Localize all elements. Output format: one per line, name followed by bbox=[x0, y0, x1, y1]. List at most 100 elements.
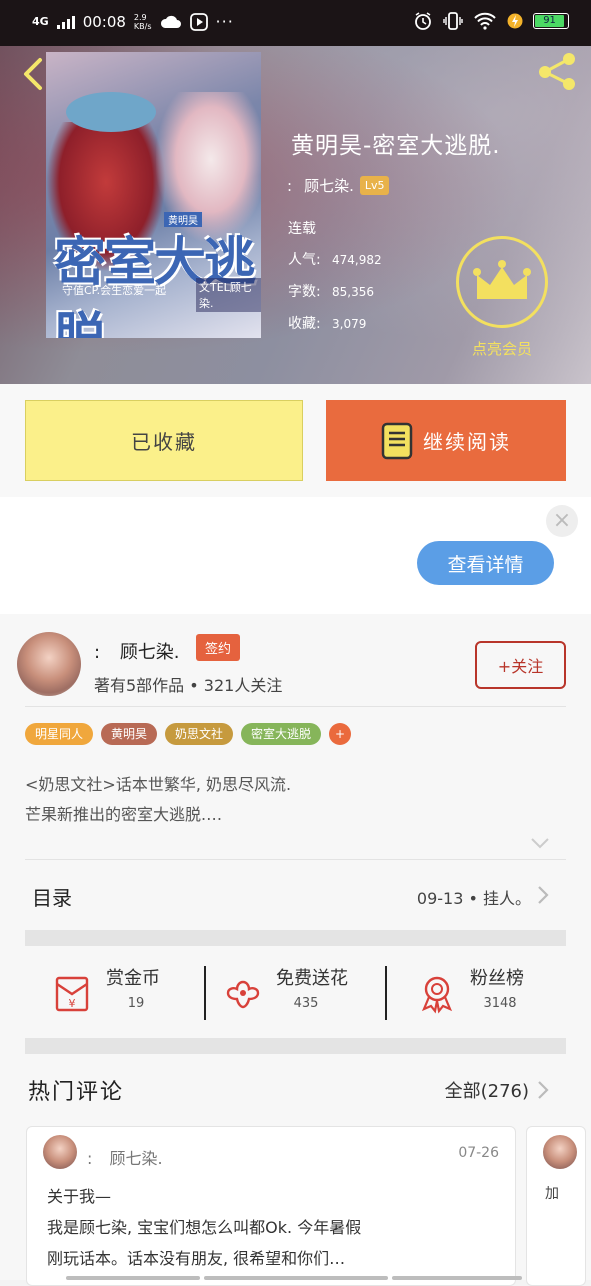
reward-value: 19 bbox=[127, 996, 145, 1011]
toc-latest-chapter: 09-13 • 挂人。 bbox=[416, 889, 531, 908]
hot-comments-title: 热门评论 bbox=[28, 1080, 125, 1105]
comment-line: 关于我— bbox=[47, 1187, 112, 1206]
vip-label[interactable]: 点亮会员 bbox=[456, 338, 548, 359]
popularity-row: 人气: 474,982 bbox=[288, 249, 382, 269]
book-cover[interactable]: 黄明昊 密室大逃脱 守值CP.会生恋爱一起 文TEL顾七染. bbox=[46, 52, 261, 338]
cover-tagline: 守值CP.会生恋爱一起 bbox=[62, 284, 167, 297]
expand-chevron-icon[interactable] bbox=[530, 836, 550, 850]
section-separator bbox=[25, 1038, 566, 1054]
table-of-contents-row[interactable]: 目录 09-13 • 挂人。 bbox=[0, 860, 591, 926]
word-count-value: 85,356 bbox=[332, 285, 374, 299]
signed-badge: 签约 bbox=[196, 634, 241, 661]
continue-reading-button[interactable]: 继续阅读 bbox=[326, 400, 566, 481]
comment-card[interactable]: : 顾七染. 07-26 关于我— 我是顾七染, 宝宝们想怎么叫都Ok. 今年暑… bbox=[26, 1126, 516, 1286]
description-line: 芒果新推出的密室大逃脱.… bbox=[25, 805, 223, 824]
add-tag-button[interactable]: + bbox=[329, 723, 352, 745]
reward-bar: ¥ 赏金币 19 免费送花 435 粉丝榜 3148 bbox=[0, 948, 591, 1038]
clock: 00:08 bbox=[82, 12, 126, 31]
share-icon[interactable] bbox=[536, 50, 580, 92]
cover-hat bbox=[66, 92, 156, 132]
reward-flowers[interactable]: 免费送花 435 bbox=[222, 964, 372, 1024]
scroll-segment bbox=[392, 1276, 522, 1280]
reward-coins[interactable]: ¥ 赏金币 19 bbox=[52, 964, 192, 1024]
scroll-segment bbox=[204, 1276, 388, 1280]
reward-label: 免费送花 bbox=[276, 968, 348, 989]
action-bar: 已收藏 继续阅读 bbox=[0, 384, 591, 497]
comment-line: 刚玩话本。话本没有朋友, 很希望和你们… bbox=[47, 1249, 346, 1268]
tag-item[interactable]: 明星同人 bbox=[25, 723, 94, 745]
reward-value: 435 bbox=[293, 996, 319, 1011]
network-label: 4G bbox=[32, 14, 49, 28]
section-separator bbox=[25, 930, 566, 946]
red-envelope-icon: ¥ bbox=[55, 976, 89, 1012]
toc-label: 目录 bbox=[32, 886, 72, 910]
ad-details-button[interactable]: 查看详情 bbox=[417, 541, 554, 585]
tag-item[interactable]: 密室大逃脱 bbox=[241, 723, 322, 745]
book-author-row[interactable]: : 顾七染. Lv5 bbox=[287, 175, 390, 196]
charging-icon bbox=[507, 13, 523, 29]
reward-fans[interactable]: 粉丝榜 3148 bbox=[416, 964, 556, 1024]
flower-icon bbox=[226, 980, 260, 1009]
cloud-icon bbox=[160, 15, 181, 28]
divider bbox=[204, 966, 206, 1020]
popularity-value: 474,982 bbox=[332, 253, 382, 267]
serial-status: 连载 bbox=[288, 221, 316, 237]
commenter-prefix: : bbox=[87, 1149, 93, 1168]
vip-badge[interactable] bbox=[456, 236, 548, 328]
divider bbox=[25, 706, 566, 707]
net-speed: 2.9 KB/s bbox=[134, 13, 152, 31]
author-name-row[interactable]: : 顾七染. bbox=[94, 638, 180, 664]
reward-label: 粉丝榜 bbox=[470, 968, 524, 989]
level-badge: Lv5 bbox=[359, 176, 390, 195]
divider bbox=[385, 966, 387, 1020]
popularity-label: 人气: bbox=[288, 252, 321, 268]
favorites-label: 收藏: bbox=[288, 316, 321, 332]
medal-icon bbox=[421, 976, 453, 1014]
comment-body: 关于我— 我是顾七染, 宝宝们想怎么叫都Ok. 今年暑假 刚玩话本。话本没有朋友… bbox=[47, 1181, 507, 1274]
alarm-icon bbox=[415, 12, 431, 30]
horizontal-scroll-indicator[interactable] bbox=[0, 1276, 591, 1280]
all-comments-link[interactable]: 全部(276) bbox=[445, 1077, 529, 1103]
comment-line: 我是顾七染, 宝宝们想怎么叫都Ok. 今年暑假 bbox=[47, 1218, 362, 1237]
status-bar: 4G 00:08 2.9 KB/s ··· 91 bbox=[0, 0, 591, 46]
ad-close-button[interactable]: × bbox=[546, 505, 578, 537]
scroll-segment bbox=[66, 1276, 200, 1280]
tag-item[interactable]: 奶思文社 bbox=[165, 723, 234, 745]
net-speed-unit: KB/s bbox=[133, 21, 152, 31]
author-name: 顾七染. bbox=[119, 642, 180, 663]
book-description[interactable]: <奶思文社>话本世繁华, 奶思尽风流. 芒果新推出的密室大逃脱.… bbox=[25, 770, 291, 830]
commenter-name: : 顾七染. bbox=[87, 1145, 163, 1169]
signal-icon bbox=[56, 15, 75, 29]
favorited-button[interactable]: 已收藏 bbox=[25, 400, 303, 481]
ad-banner: × 查看详情 bbox=[0, 497, 591, 614]
author-section: : 顾七染. 签约 著有5部作品 • 321人关注 +关注 明星同人 黄明昊 奶… bbox=[0, 614, 591, 1286]
author-stats: 著有5部作品 • 321人关注 bbox=[94, 676, 283, 695]
battery-level: 91 bbox=[535, 15, 565, 27]
word-count-row: 字数: 85,356 bbox=[288, 281, 374, 301]
comment-snippet: 加 bbox=[545, 1186, 559, 1202]
reward-label: 赏金币 bbox=[106, 968, 160, 989]
comment-card[interactable]: 加 bbox=[526, 1126, 586, 1286]
play-icon bbox=[189, 12, 208, 31]
author-prefix: : bbox=[287, 176, 293, 195]
follow-button[interactable]: +关注 bbox=[475, 641, 566, 689]
svg-text:¥: ¥ bbox=[69, 997, 76, 1010]
chevron-right-icon bbox=[538, 886, 549, 904]
chevron-right-icon[interactable] bbox=[536, 1079, 550, 1101]
commenter-avatar[interactable] bbox=[543, 1135, 577, 1169]
author-avatar[interactable] bbox=[17, 632, 81, 696]
book-author-name: 顾七染. bbox=[304, 177, 354, 195]
back-arrow-icon[interactable] bbox=[18, 54, 48, 94]
book-title: 黄明昊-密室大逃脱. bbox=[291, 133, 501, 159]
wifi-icon bbox=[474, 12, 496, 30]
crown-icon bbox=[473, 260, 531, 299]
comment-date: 07-26 bbox=[458, 1145, 499, 1161]
description-line: <奶思文社>话本世繁华, 奶思尽风流. bbox=[25, 775, 292, 794]
commenter-avatar[interactable] bbox=[43, 1135, 77, 1169]
favorites-row: 收藏: 3,079 bbox=[288, 313, 366, 333]
favorites-value: 3,079 bbox=[332, 317, 367, 331]
tag-item[interactable]: 黄明昊 bbox=[101, 723, 158, 745]
word-count-label: 字数: bbox=[288, 284, 321, 300]
cover-byline: 文TEL顾七染. bbox=[196, 278, 261, 312]
battery-icon: 91 bbox=[533, 13, 569, 29]
